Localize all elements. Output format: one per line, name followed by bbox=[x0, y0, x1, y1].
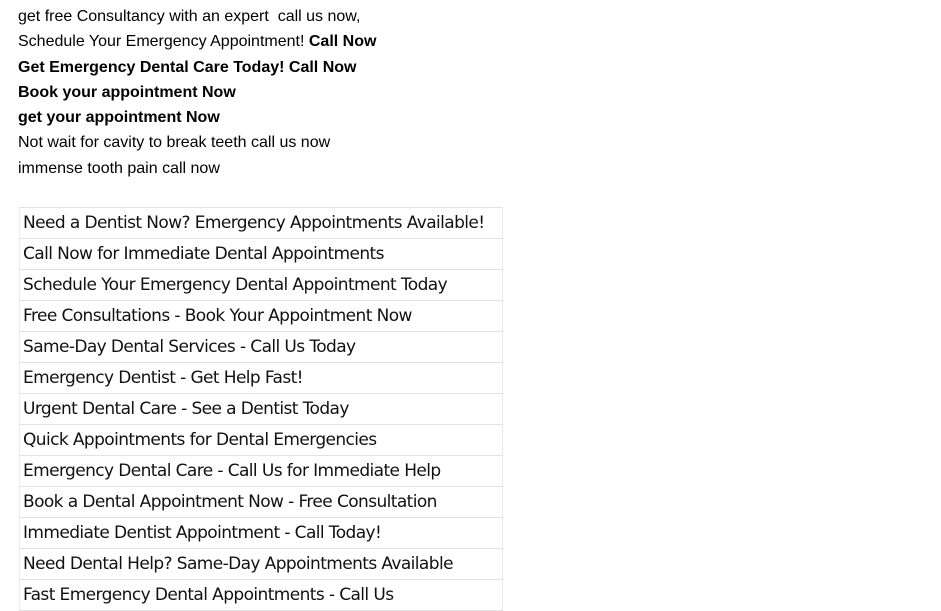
intro-text-block: get free Consultancy with an expert call… bbox=[18, 4, 376, 181]
table-row: Free Consultations - Book Your Appointme… bbox=[19, 300, 503, 332]
table-cell[interactable]: Call Now for Immediate Dental Appointmen… bbox=[19, 238, 503, 270]
intro-line-bold: Get Emergency Dental Care Today! Call No… bbox=[18, 58, 357, 76]
table-cell[interactable]: Immediate Dentist Appointment - Call Tod… bbox=[19, 517, 503, 549]
intro-line-regular-part: Schedule Your Emergency Appointment! bbox=[18, 33, 309, 51]
table-row: Emergency Dental Care - Call Us for Imme… bbox=[19, 455, 503, 487]
table-row: Call Now for Immediate Dental Appointmen… bbox=[19, 238, 503, 270]
table-cell[interactable]: Need a Dentist Now? Emergency Appointmen… bbox=[19, 207, 503, 239]
intro-line-bold: get your appointment Now bbox=[18, 109, 220, 127]
headline-table-container: Need a Dentist Now? Emergency Appointmen… bbox=[19, 207, 503, 611]
intro-line-mixed: Schedule Your Emergency Appointment! Cal… bbox=[18, 29, 376, 54]
table-cell[interactable]: Quick Appointments for Dental Emergencie… bbox=[19, 424, 503, 456]
intro-line-bold: Book your appointment Now bbox=[18, 83, 236, 101]
table-cell[interactable]: Book a Dental Appointment Now - Free Con… bbox=[19, 486, 503, 518]
table-row: Quick Appointments for Dental Emergencie… bbox=[19, 424, 503, 456]
intro-line: Not wait for cavity to break teeth call … bbox=[18, 134, 331, 152]
table-row: Immediate Dentist Appointment - Call Tod… bbox=[19, 517, 503, 549]
table-cell[interactable]: Emergency Dentist - Get Help Fast! bbox=[19, 362, 503, 394]
intro-line: immense tooth pain call now bbox=[18, 159, 220, 177]
table-row: Schedule Your Emergency Dental Appointme… bbox=[19, 269, 503, 301]
intro-line: get free Consultancy with an expert call… bbox=[18, 8, 361, 25]
table-row: Same-Day Dental Services - Call Us Today bbox=[19, 331, 503, 363]
table-row: Emergency Dentist - Get Help Fast! bbox=[19, 362, 503, 394]
table-row: Need a Dentist Now? Emergency Appointmen… bbox=[19, 207, 503, 239]
table-cell[interactable]: Urgent Dental Care - See a Dentist Today bbox=[19, 393, 503, 425]
table-cell[interactable]: Fast Emergency Dental Appointments - Cal… bbox=[19, 579, 503, 611]
table-cell[interactable]: Schedule Your Emergency Dental Appointme… bbox=[19, 269, 503, 301]
table-cell[interactable]: Need Dental Help? Same-Day Appointments … bbox=[19, 548, 503, 580]
table-cell[interactable]: Same-Day Dental Services - Call Us Today bbox=[19, 331, 503, 363]
headline-table: Need a Dentist Now? Emergency Appointmen… bbox=[19, 207, 503, 611]
intro-line-bold-part: Call Now bbox=[308, 33, 377, 51]
table-cell[interactable]: Emergency Dental Care - Call Us for Imme… bbox=[19, 455, 503, 487]
table-row: Fast Emergency Dental Appointments - Cal… bbox=[19, 579, 503, 611]
table-row: Book a Dental Appointment Now - Free Con… bbox=[19, 486, 503, 518]
table-row: Need Dental Help? Same-Day Appointments … bbox=[19, 548, 503, 580]
table-row: Urgent Dental Care - See a Dentist Today bbox=[19, 393, 503, 425]
table-cell[interactable]: Free Consultations - Book Your Appointme… bbox=[19, 300, 503, 332]
